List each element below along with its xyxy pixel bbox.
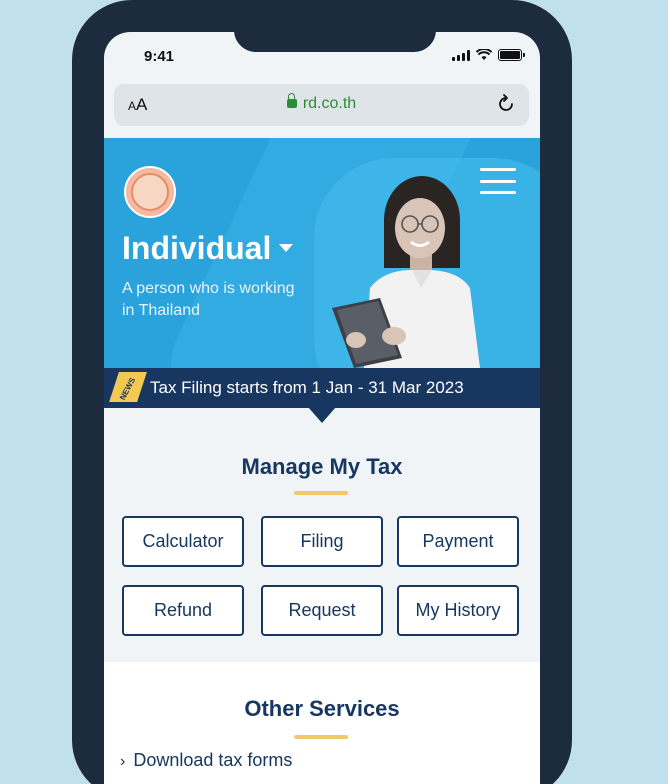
my-history-button[interactable]: My History: [397, 585, 519, 636]
filing-button[interactable]: Filing: [261, 516, 383, 567]
other-services-section: Other Services › Download tax forms: [104, 662, 540, 784]
person-with-tablet-illustration: [332, 176, 480, 368]
section-underline: [294, 735, 348, 739]
url-text: rd.co.th: [302, 95, 357, 112]
status-icons: [452, 49, 525, 61]
caret-down-icon: [279, 243, 294, 252]
reload-icon[interactable]: [495, 93, 517, 115]
signal-icon: [452, 50, 470, 61]
lock-icon: [286, 93, 297, 108]
status-time: 9:41: [144, 48, 175, 65]
section-underline: [294, 491, 348, 495]
phone-frame: 9:41 AA rd.co.th Individual A person who…: [72, 0, 572, 784]
refund-button[interactable]: Refund: [122, 585, 244, 636]
browser-address-bar[interactable]: AA rd.co.th: [114, 84, 529, 126]
taxpayer-type-dropdown[interactable]: Individual: [122, 230, 294, 267]
url-display[interactable]: rd.co.th: [114, 93, 529, 113]
news-text: Tax Filing starts from 1 Jan - 31 Mar 20…: [150, 378, 464, 397]
payment-button[interactable]: Payment: [397, 516, 519, 567]
taxpayer-type-label: Individual: [122, 230, 272, 266]
hero-banner: Individual A person who is working in Th…: [104, 138, 540, 368]
phone-screen: 9:41 AA rd.co.th Individual A person who…: [104, 32, 540, 784]
news-ticker[interactable]: NEWS Tax Filing starts from 1 Jan - 31 M…: [104, 368, 540, 408]
other-services-title: Other Services: [244, 696, 400, 721]
wifi-icon: [476, 49, 492, 60]
link-label: Download tax forms: [133, 750, 293, 770]
taxpayer-type-description: A person who is working in Thailand: [122, 280, 295, 319]
download-tax-forms-link[interactable]: › Download tax forms: [120, 750, 292, 771]
revenue-department-logo[interactable]: [124, 166, 176, 218]
request-button[interactable]: Request: [261, 585, 383, 636]
news-badge: NEWS: [109, 372, 147, 402]
manage-tax-title: Manage My Tax: [241, 454, 403, 479]
phone-notch: [234, 32, 436, 52]
calculator-button[interactable]: Calculator: [122, 516, 244, 567]
chevron-right-icon: ›: [120, 753, 126, 770]
battery-icon: [498, 49, 525, 61]
news-pointer: [308, 407, 336, 423]
